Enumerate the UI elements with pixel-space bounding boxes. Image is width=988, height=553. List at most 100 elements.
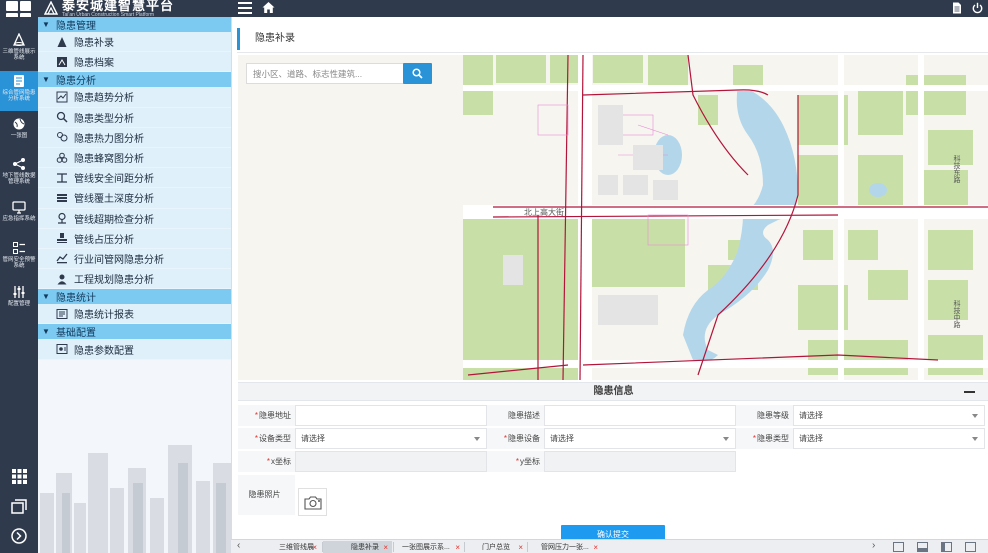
road-label: 科技中路: [953, 300, 960, 328]
rail-item-config[interactable]: 配置管理: [0, 285, 38, 315]
layout-grid-icon[interactable]: [893, 542, 904, 552]
menu-item-occupation[interactable]: 管线占压分析: [38, 228, 231, 249]
chevron-down-icon: [972, 414, 978, 418]
forward-circle-icon[interactable]: [9, 526, 29, 546]
menu-item-label: 隐患趋势分析: [74, 93, 134, 105]
rail-item-label: 管网安全预警系统: [2, 257, 36, 269]
map-search-box[interactable]: [246, 63, 406, 84]
map-canvas[interactable]: [238, 55, 988, 380]
close-icon[interactable]: ×: [312, 541, 317, 553]
top-header: 泰安城建智慧平台 Tai'an Urban Construction Smart…: [0, 0, 988, 23]
hazard-type-select[interactable]: 请选择: [793, 428, 985, 449]
side-menu: ▼ 隐患管理 隐患补录 隐患档案 ▼ 隐患分析 隐患趋势分析 隐患类型分析 隐患热力…: [38, 17, 231, 553]
rail-item-emergency[interactable]: 应急指挥系统: [0, 201, 38, 231]
menu-item-label: 隐患类型分析: [74, 113, 134, 125]
tabs-scroll-left-icon[interactable]: ‹: [237, 540, 240, 551]
camera-add-icon: [303, 495, 322, 510]
divider: [237, 52, 988, 53]
menu-item-parameter-config[interactable]: 隐患参数配置: [38, 339, 231, 360]
rail-item-label: 一张图: [10, 133, 28, 139]
map-search-input[interactable]: [253, 68, 405, 79]
menu-group-title: 隐患管理: [56, 21, 96, 32]
close-icon[interactable]: ×: [593, 541, 598, 553]
field-label: *隐患类型: [736, 428, 793, 449]
layout-split-vertical-icon[interactable]: [941, 542, 952, 552]
form-row: *x坐标 *y坐标: [238, 451, 988, 473]
y-coordinate-input[interactable]: [544, 451, 736, 472]
map-search-button[interactable]: [403, 63, 432, 84]
tab-one-map[interactable]: 一张图展示系... ×: [374, 541, 464, 553]
rail-item-label: 配置管理: [7, 301, 30, 307]
hazard-device-select[interactable]: 请选择: [544, 428, 736, 449]
x-coordinate-input[interactable]: [295, 451, 487, 472]
engineer-icon: [57, 274, 67, 285]
menu-item-hazard-archive[interactable]: 隐患档案: [38, 52, 231, 73]
hazard-description-input[interactable]: [544, 405, 736, 426]
rail-item-hazard-analysis[interactable]: 综合管网隐患分析系统: [0, 71, 38, 111]
honeycomb-icon: [56, 152, 68, 163]
chevron-down-icon: [723, 437, 729, 441]
menu-item-label: 隐患补录: [74, 38, 114, 50]
layout-split-horizontal-icon[interactable]: [917, 542, 928, 552]
rail-item-underground-data[interactable]: 地下管线数据管理系统: [0, 157, 38, 197]
menu-item-industry-network[interactable]: 行业间管网隐患分析: [38, 248, 231, 270]
power-icon[interactable]: [972, 2, 983, 14]
tabs-scroll-right-icon[interactable]: ›: [872, 540, 875, 551]
cone-icon: [57, 36, 67, 47]
report-icon: [56, 308, 68, 319]
trend-chart-icon: [56, 91, 68, 103]
menu-group-hazard-analysis[interactable]: ▼ 隐患分析: [38, 72, 231, 88]
tab-pressure-map[interactable]: 管网压力一张... ×: [513, 541, 602, 553]
menu-item-safety-distance[interactable]: 管线安全间距分析: [38, 168, 231, 189]
stamp-icon: [57, 233, 67, 244]
menu-item-project-planning[interactable]: 工程规划隐患分析: [38, 269, 231, 290]
menu-item-label: 管线超期检查分析: [74, 214, 154, 226]
hazard-level-select[interactable]: 请选择: [793, 405, 985, 426]
menu-item-trend-analysis[interactable]: 隐患趋势分析: [38, 87, 231, 108]
menu-item-label: 隐患档案: [74, 58, 114, 70]
tab-bar: ‹ 三维管线展示...× 隐患补录× 一张图展示系...× 门户总览× 管网压力…: [231, 539, 988, 553]
tab-3d-pipeline[interactable]: 三维管线展示...×: [251, 541, 321, 553]
device-type-select[interactable]: 请选择: [295, 428, 487, 449]
rail-item-3d-pipeline[interactable]: 三维管线展示系统: [0, 31, 38, 71]
share-icon: [13, 158, 25, 170]
field-label: 隐患等级: [736, 405, 793, 426]
map-view[interactable]: 北上高大街 科技东路 科技中路: [238, 55, 988, 380]
menu-item-hazard-entry[interactable]: 隐患补录: [38, 32, 231, 53]
menu-item-cover-depth[interactable]: 管线覆土深度分析: [38, 188, 231, 209]
menu-item-heatmap-analysis[interactable]: 隐患热力图分析: [38, 127, 231, 148]
inspection-icon: [58, 212, 66, 224]
system-rail: 三维管线展示系统 综合管网隐患分析系统 一张图 地下管线数据管理系统 应急指挥系…: [0, 17, 38, 553]
menu-item-label: 管线覆土深度分析: [74, 194, 154, 206]
collapse-icon[interactable]: [964, 391, 975, 393]
layout-single-icon[interactable]: [965, 542, 976, 552]
chevron-down-icon: [474, 437, 480, 441]
sliders-icon: [13, 286, 25, 298]
document-icon[interactable]: [952, 2, 962, 14]
windows-icon[interactable]: [9, 497, 29, 517]
photo-upload[interactable]: [298, 488, 327, 516]
apps-grid-icon[interactable]: [9, 466, 29, 486]
rail-item-label: 应急指挥系统: [2, 216, 36, 222]
rail-item-safety-warning[interactable]: 管网安全预警系统: [0, 241, 38, 281]
field-label: *隐患地址: [238, 405, 295, 426]
menu-group-hazard-management[interactable]: ▼ 隐患管理: [38, 17, 231, 32]
brand-title: 泰安城建智慧平台: [62, 0, 175, 13]
menu-item-label: 管线安全间距分析: [74, 174, 154, 186]
home-icon[interactable]: [262, 1, 275, 14]
menu-item-honeycomb-analysis[interactable]: 隐患蜂窝图分析: [38, 147, 231, 169]
menu-item-type-analysis[interactable]: 隐患类型分析: [38, 107, 231, 128]
list-icon: [13, 242, 25, 254]
menu-toggle-icon[interactable]: [238, 2, 252, 14]
menu-group-basic-config[interactable]: ▼ 基础配置: [38, 324, 231, 340]
menu-item-statistics-report[interactable]: 隐患统计报表: [38, 304, 231, 325]
menu-item-overdue-inspection[interactable]: 管线超期检查分析: [38, 208, 231, 229]
menu-group-hazard-statistics[interactable]: ▼ 隐患统计: [38, 289, 231, 305]
road-label: 北上高大街: [524, 208, 564, 217]
hazard-address-input[interactable]: [295, 405, 487, 426]
breadcrumb: 隐患补录: [237, 28, 977, 50]
menu-group-title: 隐患分析: [56, 76, 96, 88]
rail-item-one-map[interactable]: 一张图: [0, 117, 38, 151]
menu-group-title: 基础配置: [56, 328, 96, 340]
network-icon: [56, 254, 68, 264]
